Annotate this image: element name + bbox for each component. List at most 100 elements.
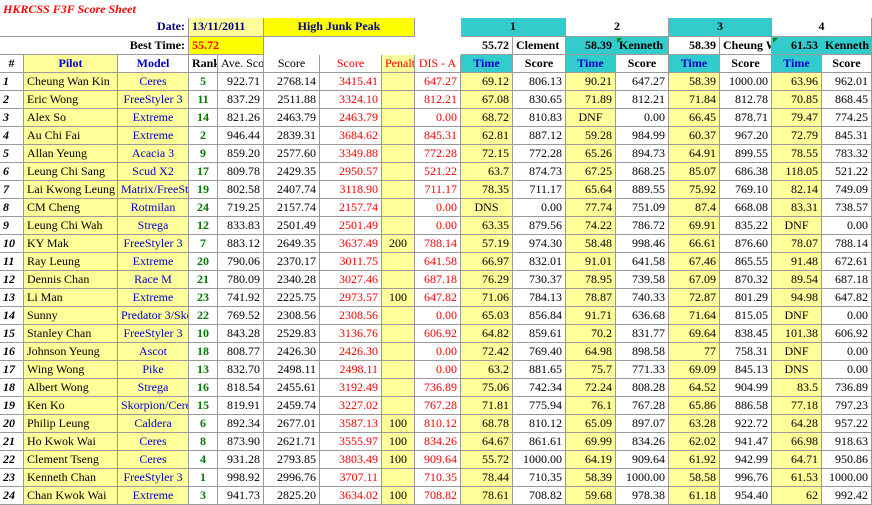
round-1-time[interactable]: 64.82 xyxy=(461,325,513,343)
round-3-score[interactable]: 886.58 xyxy=(720,397,772,415)
round-3-time[interactable]: 63.28 xyxy=(669,415,720,433)
round-3-time[interactable]: 61.92 xyxy=(669,451,720,469)
round-2-score[interactable]: 636.68 xyxy=(616,307,669,325)
best-time-value[interactable]: 55.72 xyxy=(189,37,264,55)
round-1-time[interactable]: 55.72 xyxy=(461,451,513,469)
round-4-score[interactable]: 1000.00 xyxy=(822,469,872,487)
penalty-value[interactable] xyxy=(382,145,415,163)
round-2-score[interactable]: 909.64 xyxy=(616,451,669,469)
round-4-time[interactable]: DNS xyxy=(772,361,822,379)
round-4-score[interactable]: 783.32 xyxy=(822,145,872,163)
penalty-value[interactable]: 100 xyxy=(382,415,415,433)
pilot-name[interactable]: Li Man xyxy=(24,289,118,307)
round-1-time[interactable]: 63.2 xyxy=(461,361,513,379)
pilot-name[interactable]: Cheung Wan Kin xyxy=(24,73,118,91)
discard-score[interactable]: 606.92 xyxy=(415,325,461,343)
gross-score[interactable]: 3227.02 xyxy=(320,397,382,415)
round-1-time[interactable]: 57.19 xyxy=(461,235,513,253)
gross-score[interactable]: 2973.57 xyxy=(320,289,382,307)
pilot-name[interactable]: Ho Kwok Wai xyxy=(24,433,118,451)
round-2-score[interactable]: 1000.00 xyxy=(616,469,669,487)
round-4-time[interactable]: 66.98 xyxy=(772,433,822,451)
discard-score[interactable]: 845.31 xyxy=(415,127,461,145)
round-4-time[interactable]: 83.5 xyxy=(772,379,822,397)
model-name[interactable]: Ceres xyxy=(118,451,189,469)
average-score[interactable]: 809.78 xyxy=(218,163,264,181)
penalty-value[interactable] xyxy=(382,73,415,91)
penalty-value[interactable]: 100 xyxy=(382,433,415,451)
model-name[interactable]: Pike xyxy=(118,361,189,379)
round-3-score[interactable]: 812.78 xyxy=(720,91,772,109)
round-4-score[interactable]: 845.31 xyxy=(822,127,872,145)
round-4-score[interactable]: 672.61 xyxy=(822,253,872,271)
round-1-score[interactable]: 1000.00 xyxy=(513,451,566,469)
gross-score[interactable]: 3136.76 xyxy=(320,325,382,343)
total-score[interactable]: 2501.49 xyxy=(264,217,320,235)
round-4-time[interactable]: 101.38 xyxy=(772,325,822,343)
round-4-time[interactable]: 79.47 xyxy=(772,109,822,127)
model-name[interactable]: Ceres xyxy=(118,433,189,451)
round-4-time[interactable]: 78.07 xyxy=(772,235,822,253)
average-score[interactable]: 941.73 xyxy=(218,487,264,505)
penalty-value[interactable] xyxy=(382,199,415,217)
gross-score[interactable]: 3707.11 xyxy=(320,469,382,487)
date-value[interactable]: 13/11/2011 xyxy=(189,18,264,37)
rank-value[interactable]: 10 xyxy=(189,325,218,343)
gross-score[interactable]: 2308.56 xyxy=(320,307,382,325)
round-2-time[interactable]: DNF xyxy=(566,109,616,127)
round-1-time[interactable]: 67.08 xyxy=(461,91,513,109)
penalty-value[interactable] xyxy=(382,109,415,127)
round-2-time[interactable]: 59.28 xyxy=(566,127,616,145)
pilot-name[interactable]: Leung Chi Wah xyxy=(24,217,118,235)
round-4-score[interactable]: 738.57 xyxy=(822,199,872,217)
average-score[interactable]: 873.90 xyxy=(218,433,264,451)
total-score[interactable]: 2407.74 xyxy=(264,181,320,199)
round-2-time[interactable]: 90.21 xyxy=(566,73,616,91)
round-1-score[interactable]: 861.61 xyxy=(513,433,566,451)
round-2-time[interactable]: 65.64 xyxy=(566,181,616,199)
round-2-score[interactable]: 868.25 xyxy=(616,163,669,181)
round-1-score[interactable]: 874.73 xyxy=(513,163,566,181)
round-2-score[interactable]: 767.28 xyxy=(616,397,669,415)
round-2-time[interactable]: 65.09 xyxy=(566,415,616,433)
average-score[interactable]: 832.70 xyxy=(218,361,264,379)
round-3-time[interactable]: 67.09 xyxy=(669,271,720,289)
round-4-time[interactable]: 64.71 xyxy=(772,451,822,469)
pilot-name[interactable]: Dennis Chan xyxy=(24,271,118,289)
round-1-score[interactable]: 730.37 xyxy=(513,271,566,289)
round-2-time[interactable]: 64.19 xyxy=(566,451,616,469)
discard-score[interactable]: 0.00 xyxy=(415,109,461,127)
total-score[interactable]: 2426.30 xyxy=(264,343,320,361)
gross-score[interactable]: 3803.49 xyxy=(320,451,382,469)
round-2-score[interactable]: 978.38 xyxy=(616,487,669,505)
round-4-time[interactable]: 118.05 xyxy=(772,163,822,181)
discard-score[interactable]: 834.26 xyxy=(415,433,461,451)
round-3-score[interactable]: 954.40 xyxy=(720,487,772,505)
round-4-time[interactable]: 64.28 xyxy=(772,415,822,433)
model-name[interactable]: Extreme xyxy=(118,289,189,307)
round-3-time[interactable]: 66.61 xyxy=(669,235,720,253)
pilot-name[interactable]: Ken Ko xyxy=(24,397,118,415)
rank-value[interactable]: 3 xyxy=(189,487,218,505)
average-score[interactable]: 883.12 xyxy=(218,235,264,253)
gross-score[interactable]: 2157.74 xyxy=(320,199,382,217)
model-name[interactable]: Race M xyxy=(118,271,189,289)
rank-value[interactable]: 24 xyxy=(189,199,218,217)
total-score[interactable]: 2157.74 xyxy=(264,199,320,217)
round-4-score[interactable]: 962.01 xyxy=(822,73,872,91)
average-score[interactable]: 837.29 xyxy=(218,91,264,109)
round-3-time[interactable]: 60.37 xyxy=(669,127,720,145)
pilot-name[interactable]: Eric Wong xyxy=(24,91,118,109)
round-4-time[interactable]: 82.14 xyxy=(772,181,822,199)
round-1-time[interactable]: 66.97 xyxy=(461,253,513,271)
rank-value[interactable]: 1 xyxy=(189,469,218,487)
round-3-time[interactable]: 72.87 xyxy=(669,289,720,307)
penalty-value[interactable] xyxy=(382,181,415,199)
penalty-value[interactable] xyxy=(382,91,415,109)
average-score[interactable]: 802.58 xyxy=(218,181,264,199)
penalty-value[interactable]: 100 xyxy=(382,487,415,505)
total-score[interactable]: 2996.76 xyxy=(264,469,320,487)
penalty-value[interactable] xyxy=(382,361,415,379)
model-name[interactable]: Caldera xyxy=(118,415,189,433)
model-name[interactable]: Extreme xyxy=(118,487,189,505)
